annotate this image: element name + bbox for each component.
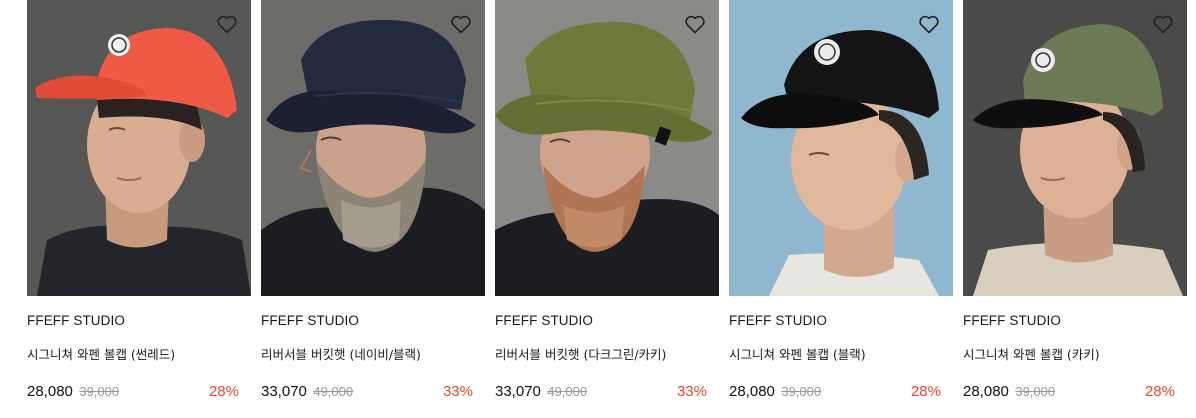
discount-rate: 33% bbox=[442, 383, 473, 400]
price-row: 28,080 39,000 28% bbox=[963, 383, 1187, 403]
brand-name[interactable]: FFEFF STUDIO bbox=[495, 313, 593, 328]
sale-price: 28,080 bbox=[963, 383, 1009, 400]
discount-rate: 28% bbox=[1144, 383, 1175, 400]
product-photo bbox=[963, 0, 1187, 296]
sale-price: 33,070 bbox=[495, 383, 541, 400]
brand-name[interactable]: FFEFF STUDIO bbox=[261, 313, 359, 328]
original-price: 39,000 bbox=[781, 384, 822, 399]
price-row: 28,080 39,000 28% bbox=[27, 383, 251, 403]
product-image[interactable] bbox=[495, 0, 719, 296]
product-image[interactable] bbox=[963, 0, 1187, 296]
product-card[interactable]: FFEFF STUDIO 리버서블 버킷햇 (다크그린/카키) 33,070 4… bbox=[495, 0, 719, 418]
original-price: 39,000 bbox=[1015, 384, 1056, 399]
product-card[interactable]: FFEFF STUDIO 시그니쳐 와펜 볼캡 (썬레드) 28,080 39,… bbox=[27, 0, 251, 418]
brand-name[interactable]: FFEFF STUDIO bbox=[27, 313, 125, 328]
product-image[interactable] bbox=[27, 0, 251, 296]
product-name[interactable]: 리버서블 버킷햇 (네이비/블랙) bbox=[261, 344, 421, 363]
original-price: 49,000 bbox=[547, 384, 588, 399]
wishlist-heart-icon[interactable] bbox=[215, 12, 239, 36]
sale-price: 28,080 bbox=[729, 383, 775, 400]
product-name[interactable]: 시그니쳐 와펜 볼캡 (카키) bbox=[963, 344, 1100, 363]
discount-rate: 28% bbox=[910, 383, 941, 400]
original-price: 39,000 bbox=[79, 384, 120, 399]
discount-rate: 33% bbox=[676, 383, 707, 400]
product-photo bbox=[729, 0, 953, 296]
wishlist-heart-icon[interactable] bbox=[449, 12, 473, 36]
product-name[interactable]: 리버서블 버킷햇 (다크그린/카키) bbox=[495, 344, 666, 363]
product-grid: FFEFF STUDIO 시그니쳐 와펜 볼캡 (썬레드) 28,080 39,… bbox=[0, 0, 1196, 418]
product-card[interactable]: FFEFF STUDIO 시그니쳐 와펜 볼캡 (블랙) 28,080 39,0… bbox=[729, 0, 953, 418]
discount-rate: 28% bbox=[208, 383, 239, 400]
product-photo bbox=[495, 0, 719, 296]
price-row: 28,080 39,000 28% bbox=[729, 383, 953, 403]
wishlist-heart-icon[interactable] bbox=[683, 12, 707, 36]
brand-name[interactable]: FFEFF STUDIO bbox=[729, 313, 827, 328]
sale-price: 33,070 bbox=[261, 383, 307, 400]
product-name[interactable]: 시그니쳐 와펜 볼캡 (썬레드) bbox=[27, 344, 175, 363]
original-price: 49,000 bbox=[313, 384, 354, 399]
sale-price: 28,080 bbox=[27, 383, 73, 400]
product-card[interactable]: FFEFF STUDIO 시그니쳐 와펜 볼캡 (카키) 28,080 39,0… bbox=[963, 0, 1187, 418]
product-image[interactable] bbox=[729, 0, 953, 296]
product-name[interactable]: 시그니쳐 와펜 볼캡 (블랙) bbox=[729, 344, 866, 363]
price-row: 33,070 49,000 33% bbox=[261, 383, 485, 403]
product-card[interactable]: FFEFF STUDIO 리버서블 버킷햇 (네이비/블랙) 33,070 49… bbox=[261, 0, 485, 418]
brand-name[interactable]: FFEFF STUDIO bbox=[963, 313, 1061, 328]
product-photo bbox=[261, 0, 485, 296]
wishlist-heart-icon[interactable] bbox=[917, 12, 941, 36]
product-image[interactable] bbox=[261, 0, 485, 296]
price-row: 33,070 49,000 33% bbox=[495, 383, 719, 403]
wishlist-heart-icon[interactable] bbox=[1151, 12, 1175, 36]
product-photo bbox=[27, 0, 251, 296]
